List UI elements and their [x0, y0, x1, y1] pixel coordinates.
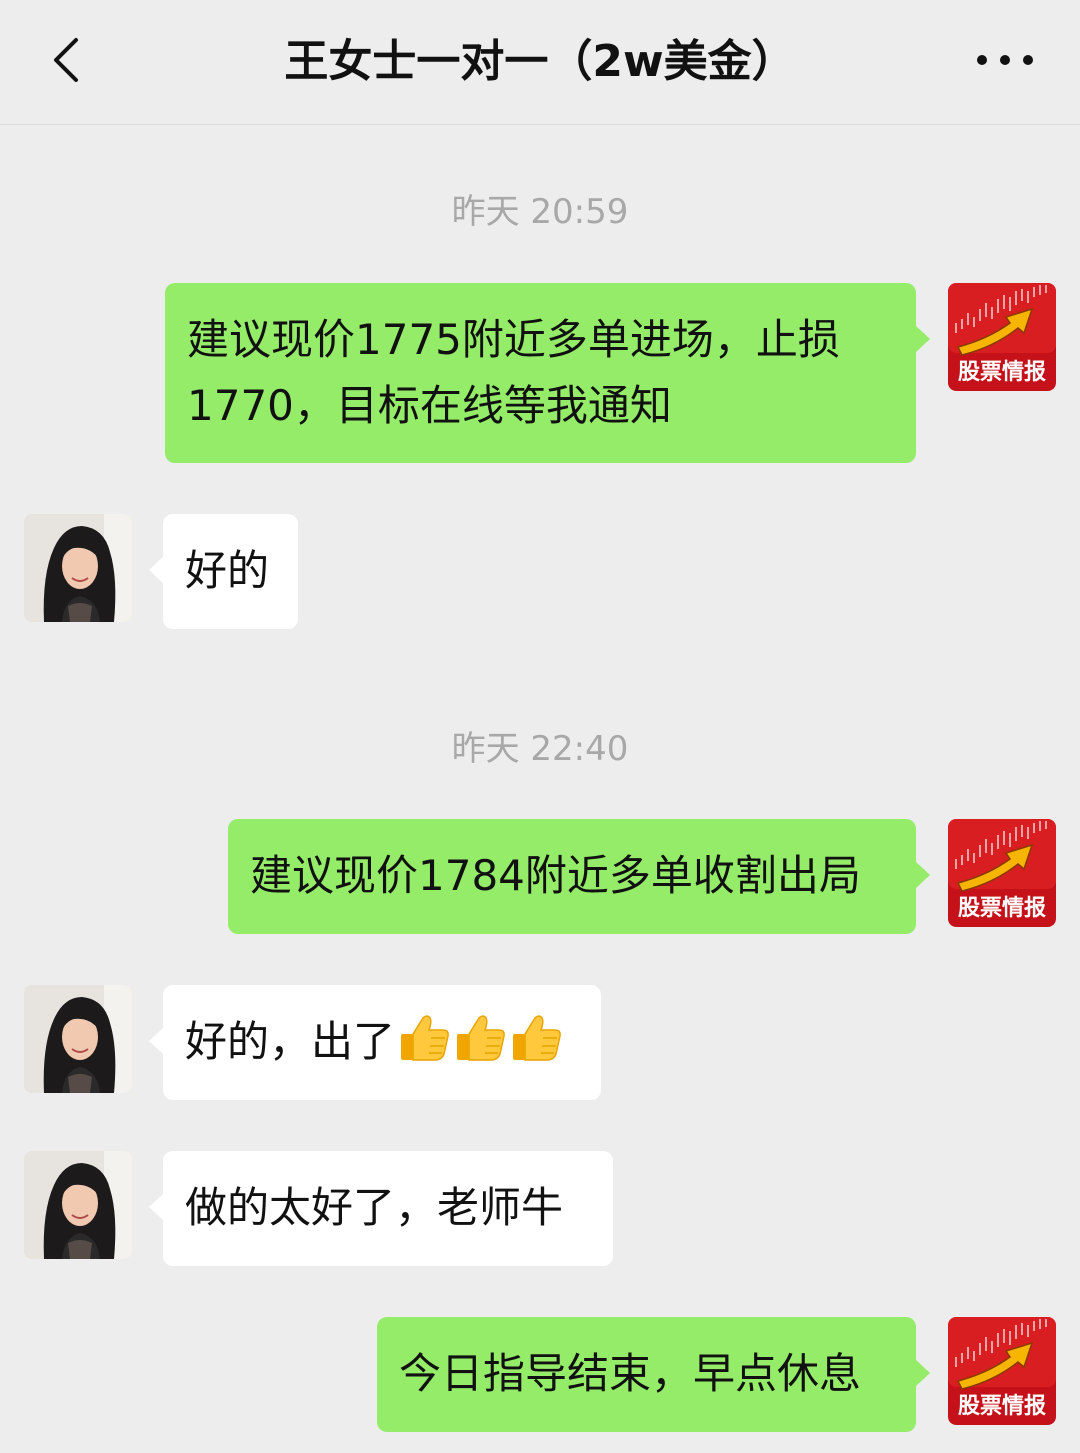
chevron-left-icon [54, 38, 78, 82]
woman-portrait-icon [24, 514, 132, 622]
contact-avatar[interactable] [24, 1151, 132, 1259]
stock-news-logo-icon [948, 1317, 1056, 1425]
message-text: 好的，出了 [185, 1017, 396, 1066]
contact-avatar[interactable] [24, 514, 132, 622]
thumbs-up-icon [397, 1010, 451, 1064]
chat-header: 王女士一对一（2w美金） [0, 0, 1080, 125]
woman-portrait-icon [24, 985, 132, 1093]
incoming-message[interactable]: 好的 [149, 514, 298, 629]
brand-avatar[interactable] [948, 1317, 1056, 1425]
timestamp: 昨天 22:40 [451, 729, 629, 769]
brand-avatar[interactable] [948, 283, 1056, 391]
outgoing-message[interactable]: 建议现价1784附近多单收割出局 [228, 819, 930, 934]
thumbs-up-icon [509, 1010, 563, 1064]
more-button[interactable] [970, 35, 1040, 85]
stock-news-logo-icon [948, 283, 1056, 391]
incoming-message[interactable]: 好的，出了 [149, 985, 601, 1100]
contact-avatar[interactable] [24, 985, 132, 1093]
woman-portrait-icon [24, 1151, 132, 1259]
more-dots-icon [977, 55, 1033, 65]
outgoing-message[interactable]: 今日指导结束，早点休息 [377, 1317, 930, 1432]
back-button[interactable] [40, 30, 100, 90]
outgoing-message[interactable]: 建议现价1775附近多单进场，止损1770，目标在线等我通知 [165, 283, 930, 463]
incoming-message[interactable]: 做的太好了，老师牛 [149, 1151, 613, 1266]
stock-news-logo-icon [948, 819, 1056, 927]
timestamp: 昨天 20:59 [451, 192, 629, 232]
thumbs-up-icon [453, 1010, 507, 1064]
brand-avatar[interactable] [948, 819, 1056, 927]
chat-title: 王女士一对一（2w美金） [284, 36, 796, 87]
